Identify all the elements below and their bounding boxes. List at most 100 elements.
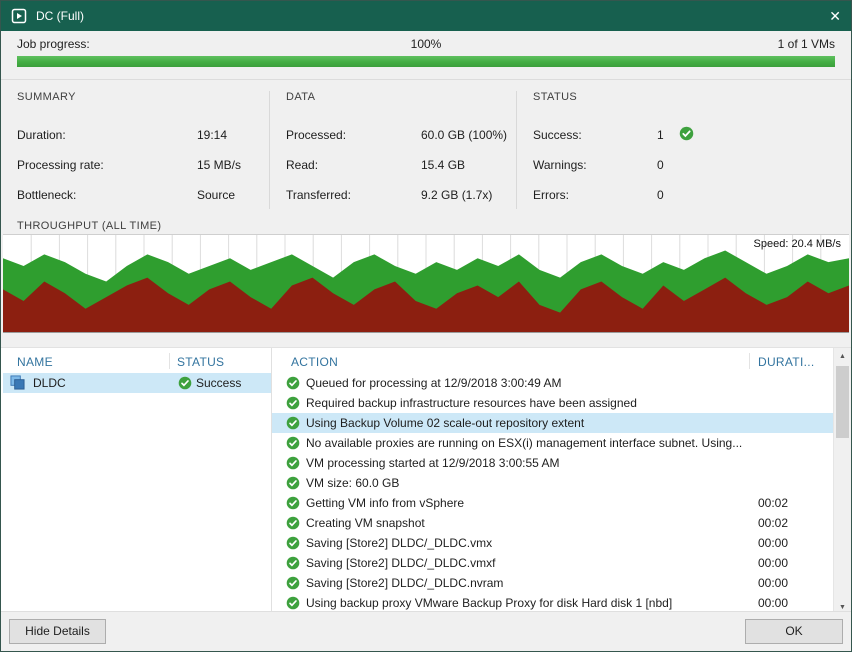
ok-button[interactable]: OK	[745, 619, 843, 644]
status-title: STATUS	[533, 91, 823, 103]
throughput-chart-svg	[3, 235, 849, 332]
processing-rate-value: 15 MB/s	[197, 158, 241, 172]
scroll-up-icon[interactable]: ▲	[834, 348, 851, 364]
data-title: DATA	[286, 91, 501, 103]
action-text: Using Backup Volume 02 scale-out reposit…	[306, 416, 742, 430]
success-check-icon	[286, 596, 300, 610]
action-text: Required backup infrastructure resources…	[306, 396, 742, 410]
success-check-icon	[679, 126, 694, 141]
action-row[interactable]: Required backup infrastructure resources…	[272, 393, 834, 413]
column-header-action[interactable]: ACTION	[291, 355, 338, 369]
throughput-title: THROUGHPUT (ALL TIME)	[17, 220, 162, 232]
success-check-icon	[286, 536, 300, 550]
column-header-name[interactable]: NAME	[17, 355, 53, 369]
vm-status: Success	[196, 376, 241, 390]
duration-value: 19:14	[197, 128, 227, 142]
column-header-duration[interactable]: DURATI...	[758, 355, 814, 369]
success-check-icon	[286, 556, 300, 570]
titlebar: DC (Full) ✕	[1, 1, 851, 31]
summary-panel: SUMMARY Duration:19:14 Processing rate:1…	[17, 91, 253, 103]
action-text: Saving [Store2] DLDC/_DLDC.vmx	[306, 536, 742, 550]
job-progress-percent: 100%	[1, 37, 851, 51]
column-header-status[interactable]: STATUS	[177, 355, 224, 369]
success-check-icon	[286, 436, 300, 450]
processed-value: 60.0 GB (100%)	[421, 128, 507, 142]
action-text: Saving [Store2] DLDC/_DLDC.vmxf	[306, 556, 742, 570]
errors-value: 0	[657, 188, 664, 202]
close-icon[interactable]: ✕	[815, 8, 841, 25]
action-list: Queued for processing at 12/9/2018 3:00:…	[272, 373, 834, 615]
action-duration: 00:00	[758, 536, 788, 550]
read-label: Read:	[286, 158, 318, 172]
progress-bar	[17, 56, 835, 67]
header-divider	[169, 353, 170, 369]
vm-count-label: 1 of 1 VMs	[778, 37, 835, 51]
separator	[1, 79, 851, 80]
footer: Hide Details OK	[1, 611, 851, 651]
header-divider	[749, 353, 750, 369]
success-check-icon	[286, 376, 300, 390]
success-check-icon	[286, 496, 300, 510]
column-divider	[269, 91, 270, 209]
throughput-chart: Speed: 20.4 MB/s	[3, 234, 849, 333]
action-row[interactable]: Saving [Store2] DLDC/_DLDC.vmxf 00:00	[272, 553, 834, 573]
success-check-icon	[286, 476, 300, 490]
bottleneck-value: Source	[197, 188, 235, 202]
action-duration: 00:00	[758, 596, 788, 610]
processing-rate-label: Processing rate:	[17, 158, 104, 172]
action-row[interactable]: Saving [Store2] DLDC/_DLDC.vmx 00:00	[272, 533, 834, 553]
scrollbar-thumb[interactable]	[836, 366, 849, 438]
speed-label: Speed: 20.4 MB/s	[754, 238, 841, 250]
action-row[interactable]: VM processing started at 12/9/2018 3:00:…	[272, 453, 834, 473]
action-row[interactable]: Creating VM snapshot 00:02	[272, 513, 834, 533]
transferred-label: Transferred:	[286, 188, 351, 202]
processed-label: Processed:	[286, 128, 346, 142]
column-divider	[516, 91, 517, 209]
action-text: Using backup proxy VMware Backup Proxy f…	[306, 596, 742, 610]
warnings-value: 0	[657, 158, 664, 172]
action-text: VM processing started at 12/9/2018 3:00:…	[306, 456, 742, 470]
action-text: VM size: 60.0 GB	[306, 476, 742, 490]
action-duration: 00:00	[758, 576, 788, 590]
summary-title: SUMMARY	[17, 91, 253, 103]
action-row[interactable]: No available proxies are running on ESX(…	[272, 433, 834, 453]
read-value: 15.4 GB	[421, 158, 465, 172]
job-icon	[11, 8, 27, 24]
action-row[interactable]: Using Backup Volume 02 scale-out reposit…	[272, 413, 834, 433]
action-duration: 00:02	[758, 516, 788, 530]
action-row[interactable]: VM size: 60.0 GB	[272, 473, 834, 493]
warnings-label: Warnings:	[533, 158, 587, 172]
action-text: Queued for processing at 12/9/2018 3:00:…	[306, 376, 742, 390]
action-row[interactable]: Saving [Store2] DLDC/_DLDC.nvram 00:00	[272, 573, 834, 593]
action-text: Saving [Store2] DLDC/_DLDC.nvram	[306, 576, 742, 590]
action-row[interactable]: Queued for processing at 12/9/2018 3:00:…	[272, 373, 834, 393]
vm-name: DLDC	[33, 376, 66, 390]
action-text: No available proxies are running on ESX(…	[306, 436, 742, 450]
vm-icon	[10, 375, 25, 390]
success-check-icon	[178, 376, 192, 390]
action-duration: 00:02	[758, 496, 788, 510]
success-check-icon	[286, 576, 300, 590]
scrollbar[interactable]: ▲ ▼	[833, 348, 851, 615]
bottleneck-label: Bottleneck:	[17, 188, 76, 202]
window-title: DC (Full)	[36, 9, 815, 23]
success-value: 1	[657, 128, 664, 142]
vm-row[interactable]: DLDC Success	[3, 373, 271, 393]
details-area: NAME STATUS ACTION DURATI... DLDC Succes…	[1, 347, 851, 616]
data-panel: DATA Processed:60.0 GB (100%) Read:15.4 …	[286, 91, 501, 103]
job-progress-dialog: DC (Full) ✕ Job progress: 100% 1 of 1 VM…	[0, 0, 852, 652]
success-label: Success:	[533, 128, 582, 142]
transferred-value: 9.2 GB (1.7x)	[421, 188, 492, 202]
action-row[interactable]: Using backup proxy VMware Backup Proxy f…	[272, 593, 834, 613]
status-panel: STATUS Success: 1 Warnings:0 Errors:0	[533, 91, 823, 103]
action-duration: 00:00	[758, 556, 788, 570]
success-check-icon	[286, 396, 300, 410]
errors-label: Errors:	[533, 188, 569, 202]
action-text: Creating VM snapshot	[306, 516, 742, 530]
hide-details-button[interactable]: Hide Details	[9, 619, 106, 644]
duration-label: Duration:	[17, 128, 66, 142]
action-text: Getting VM info from vSphere	[306, 496, 742, 510]
action-row[interactable]: Getting VM info from vSphere 00:02	[272, 493, 834, 513]
success-check-icon	[286, 416, 300, 430]
success-check-icon	[286, 456, 300, 470]
